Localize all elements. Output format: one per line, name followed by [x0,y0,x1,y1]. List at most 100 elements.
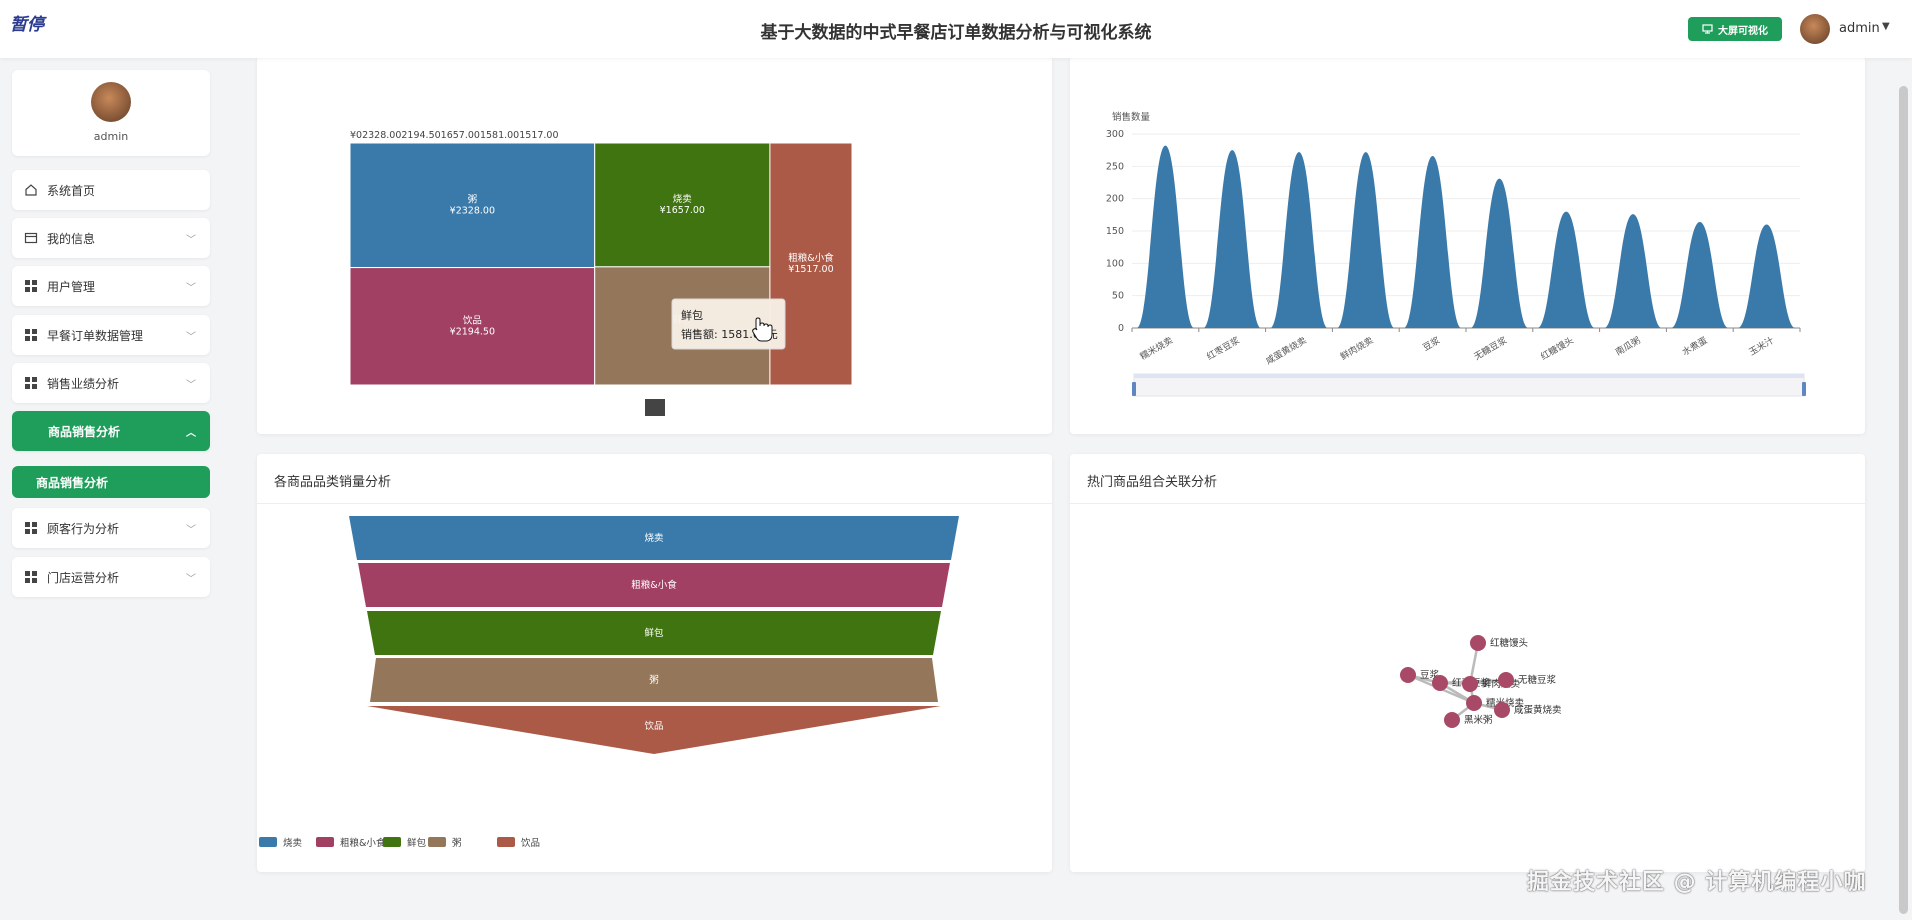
chevron-down-icon: ﹀ [186,331,196,343]
zoom-handle-right[interactable] [1802,382,1806,396]
watermark: 掘金技术社区 @ 计算机编程小咖 [1527,870,1867,895]
y-axis-label: 销售数量 [1112,111,1151,123]
category-funnel-card: 各商品品类销量分析 烧卖 粗粮&小食 鲜包粥饮品 烧卖 粗粮&小食 鲜包粥饮品 [257,454,1052,872]
sidebar-item-label: 早餐订单数据管理 [47,328,144,343]
area-peak[interactable] [1470,178,1529,328]
graph-node[interactable] [1466,695,1482,711]
legend-swatch[interactable] [259,837,277,847]
chevron-down-icon: ﹀ [186,573,196,585]
legend-swatch[interactable] [383,837,401,847]
data-zoom-slider[interactable] [1132,373,1806,397]
legend-label[interactable]: 粗粮&小食 [340,837,386,849]
legend-swatch[interactable] [316,837,334,847]
sidebar-item-label: 用户管理 [47,279,96,294]
treemap-cell-name: 粗粮&小食 [788,252,834,264]
x-tick-label: 红糖馒头 [1539,334,1576,362]
sidebar-item-label: 顾客行为分析 [47,521,120,536]
area-peak[interactable] [1537,211,1595,328]
sidebar-item-home[interactable]: 系统首页 [12,170,210,210]
graph-node[interactable] [1462,676,1478,692]
sidebar-item-label: 我的信息 [47,231,96,246]
sidebar-item-order-management[interactable]: 早餐订单数据管理 ﹀ [12,315,210,355]
graph-node[interactable] [1444,712,1460,728]
sidebar-item-label: 系统首页 [47,183,96,198]
treemap-cell-value: ¥1517.00 [788,264,833,275]
y-tick-label: 250 [1106,161,1124,172]
zoom-handle-left[interactable] [1132,382,1136,396]
category-funnel-chart: 烧卖粗粮&小食鲜包粥饮品 烧卖 粗粮&小食 鲜包粥饮品 [259,516,959,849]
y-tick-label: 200 [1106,194,1124,205]
x-tick-label: 咸蛋黄烧卖 [1264,334,1309,367]
area-peak[interactable] [1403,155,1462,328]
sidebar-item-store-operations[interactable]: 门店运营分析 ﹀ [12,557,210,597]
legend-label[interactable]: 饮品 [521,837,540,849]
graph-node-label: 黑米粥 [1464,714,1493,726]
legend-label[interactable]: 粥 [452,837,462,849]
home-icon [24,183,38,197]
area-peak[interactable] [1337,152,1395,328]
x-tick-label: 糯米烧卖 [1138,334,1175,362]
funnel-label: 烧卖 [644,532,663,544]
product-association-graph: 红糖馒头豆浆红枣豆浆鲜肉烧卖无糖豆浆糯米烧卖黑米粥咸蛋黄烧卖 [1400,635,1562,728]
chevron-down-icon: ﹀ [186,379,196,391]
graph-node[interactable] [1498,672,1514,688]
area-peak[interactable] [1136,145,1195,328]
avatar[interactable] [1800,14,1830,44]
graph-node-label: 咸蛋黄烧卖 [1514,704,1562,716]
profile-card: admin [12,70,210,156]
x-tick-label: 玉米汁 [1747,334,1776,358]
tooltip-name: 鲜包 [681,308,703,322]
username[interactable]: admin [1839,21,1880,36]
funnel-label: 饮品 [644,720,663,732]
sales-quantity-card: 销售数量 0 50 100 150 200 250 300 糯米烧卖 红枣豆浆 咸蛋黄烧卖 鲜肉烧… [1070,56,1865,434]
caret-down-icon[interactable]: ▼ [1882,21,1890,32]
big-screen-button[interactable]: 大屏可视化 [1688,17,1782,41]
breadcrumb-square[interactable] [645,399,665,416]
sidebar-item-user-management[interactable]: 用户管理 ﹀ [12,266,210,306]
area-peak[interactable] [1737,224,1796,328]
page-title: 基于大数据的中式早餐店订单数据分析与可视化系统 [760,23,1152,43]
profile-avatar [91,82,131,122]
treemap-tooltip: 鲜包 销售额: 1581.00元 [671,298,786,350]
grid-icon [24,521,38,535]
sidebar-subitem-product-sales[interactable]: 商品销售分析 [12,466,210,498]
sidebar: admin 系统首页 我的信息 ﹀ 用户管理 ﹀ 早餐订单数据管理 ﹀ 销售业绩… [0,58,222,920]
chevron-up-icon: ︿ [186,427,196,439]
graph-node[interactable] [1470,635,1486,651]
sidebar-item-customer-behavior[interactable]: 顾客行为分析 ﹀ [12,508,210,548]
product-association-card: 热门商品组合关联分析 红糖馒头豆浆红枣豆浆鲜肉烧卖无糖豆浆糯米烧卖黑米粥咸蛋黄烧… [1070,454,1865,872]
treemap-cell-name: 粥 [468,193,478,205]
sidebar-item-sales-performance[interactable]: 销售业绩分析 ﹀ [12,363,210,403]
big-screen-label: 大屏可视化 [1718,25,1768,37]
sidebar-item-label: 销售业绩分析 [47,376,120,391]
treemap-cell-name: 饮品 [463,314,482,326]
y-tick-label: 0 [1118,323,1124,334]
chevron-down-icon: ﹀ [186,524,196,536]
chevron-down-icon: ﹀ [186,282,196,294]
sidebar-item-my-info[interactable]: 我的信息 ﹀ [12,218,210,258]
x-tick-label: 鲜肉烧卖 [1338,334,1375,362]
treemap-cell-name: 烧卖 [673,193,692,205]
legend-label[interactable]: 鲜包 [407,837,427,849]
y-tick-label: 300 [1106,129,1124,140]
card-icon [24,231,38,245]
chevron-down-icon: ﹀ [186,234,196,246]
area-peak[interactable] [1270,152,1328,328]
graph-node[interactable] [1400,667,1416,683]
area-peak[interactable] [1671,221,1729,328]
area-peak[interactable] [1203,150,1261,328]
legend-label[interactable]: 烧卖 [283,837,302,849]
legend-swatch[interactable] [428,837,446,847]
grid-icon [24,376,38,390]
graph-node[interactable] [1432,675,1448,691]
page-scrollbar[interactable] [1899,86,1908,914]
logo: 暂停 [10,15,44,35]
sidebar-item-product-sales[interactable]: 商品销售分析 ︿ [12,411,210,451]
grid-icon [24,328,38,342]
legend-swatch[interactable] [497,837,515,847]
graph-node[interactable] [1494,702,1510,718]
treemap-cell-value: ¥1657.00 [660,205,705,216]
graph-node-label: 无糖豆浆 [1518,674,1557,686]
x-tick-label: 红枣豆浆 [1205,334,1242,362]
grid-icon [24,570,38,584]
